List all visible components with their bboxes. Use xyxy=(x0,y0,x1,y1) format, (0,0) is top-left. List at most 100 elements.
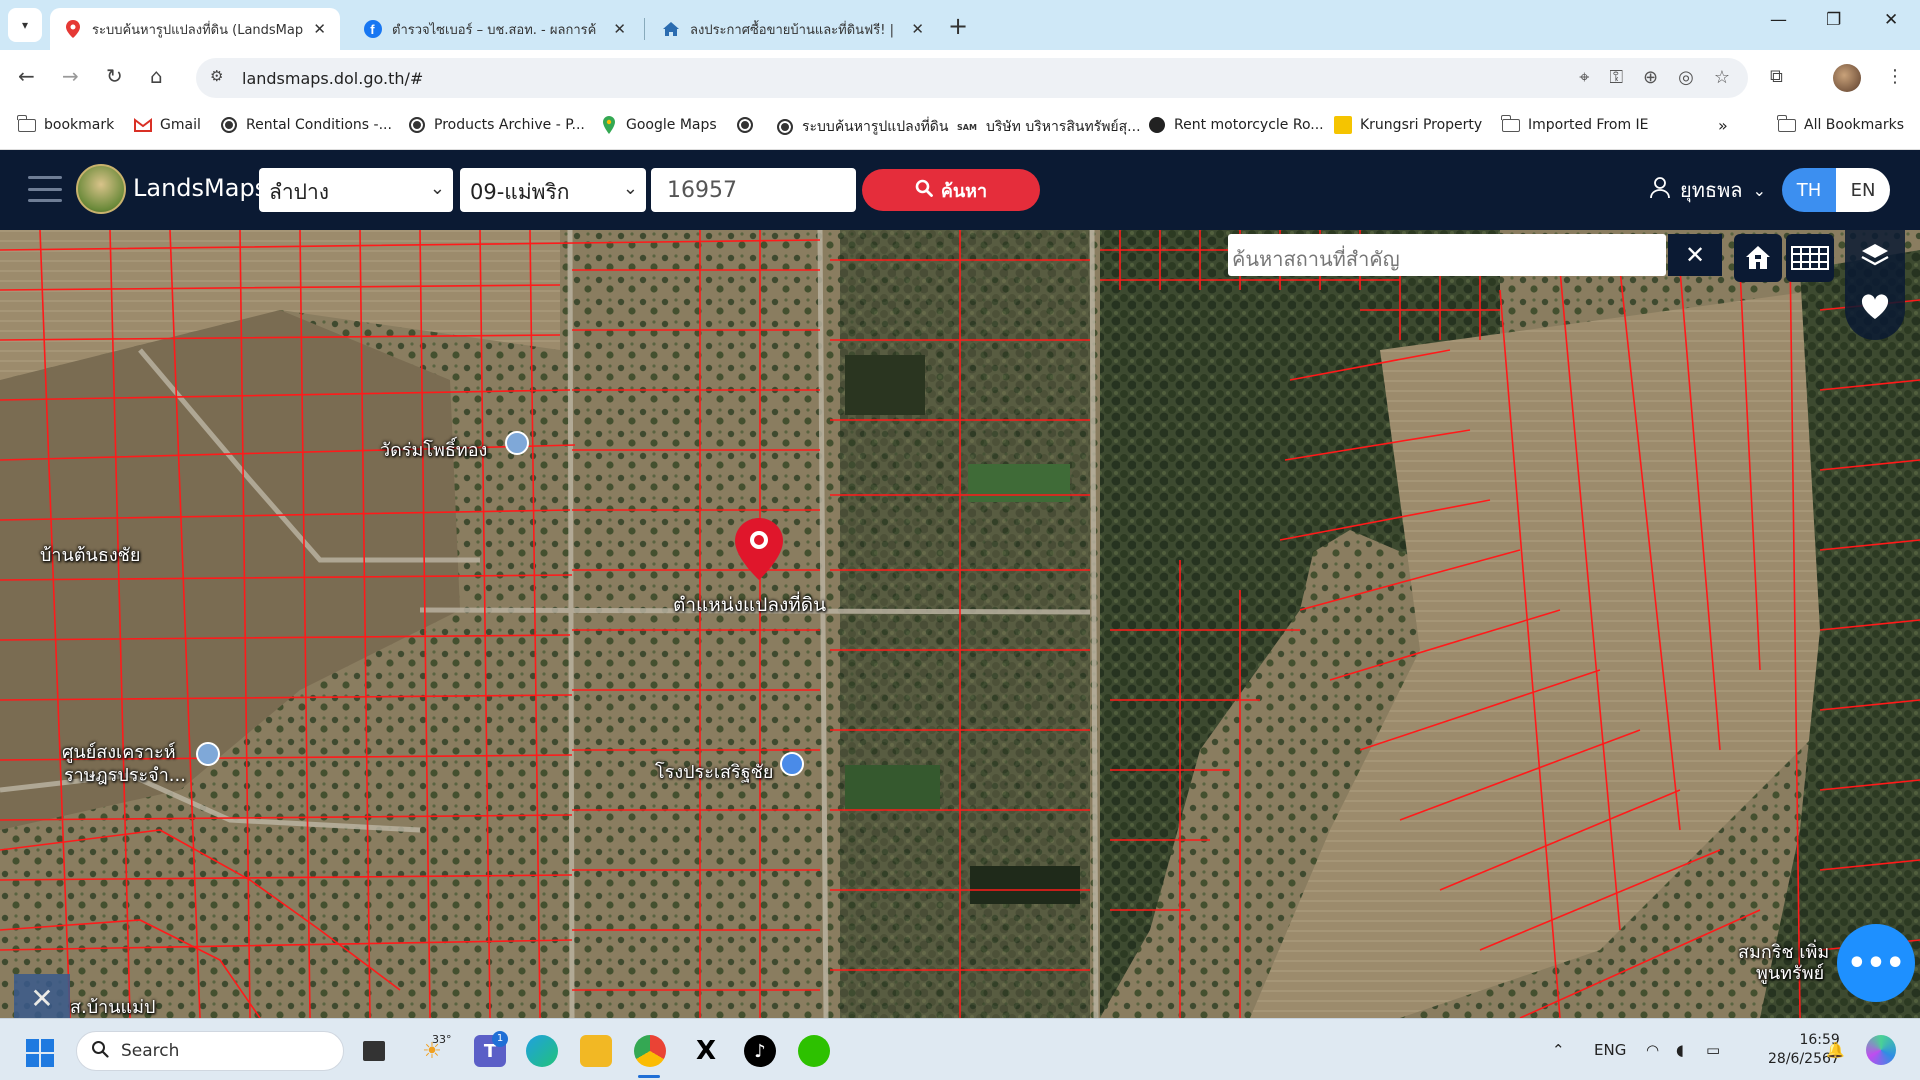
folder-icon xyxy=(1777,114,1796,134)
notification-bell-icon[interactable]: 🔔 xyxy=(1826,1041,1845,1059)
parcel-marker-icon[interactable] xyxy=(735,518,783,584)
weather-temp: 33° xyxy=(432,1033,452,1046)
favorite-heart-icon[interactable] xyxy=(1861,294,1889,324)
browser-toolbar: ← → ↻ ⌂ ⚙ landsmaps.dol.go.th/# ⌖ ⚿ ⊕ ◎ … xyxy=(0,50,1920,106)
user-menu[interactable]: ยุทธพล ⌄ xyxy=(1650,174,1766,206)
bookmark-item[interactable]: Imported From IE xyxy=(1501,114,1649,134)
house-icon xyxy=(662,20,680,38)
windows-start-icon[interactable] xyxy=(26,1039,54,1067)
taskbar-search[interactable]: Search xyxy=(76,1031,344,1071)
tab-landsmaps[interactable]: ระบบค้นหารูปแปลงที่ดิน (LandsMap ✕ xyxy=(50,8,340,50)
chevron-up-icon[interactable]: ⌃ xyxy=(1552,1041,1565,1059)
window-close-icon[interactable]: ✕ xyxy=(1884,10,1898,30)
krungsri-icon xyxy=(1334,116,1352,134)
close-tab-icon[interactable]: ✕ xyxy=(911,20,924,38)
bookmark-item[interactable]: Google Maps xyxy=(600,116,717,134)
tiktok-icon[interactable]: ♪ xyxy=(744,1035,776,1067)
wechat-icon[interactable] xyxy=(798,1035,830,1067)
bookmark-item[interactable]: Rental Conditions -... xyxy=(220,116,392,134)
tab-property[interactable]: ลงประกาศซื้อขายบ้านและที่ดินฟรี! | ✕ xyxy=(648,8,938,50)
file-explorer-icon[interactable] xyxy=(580,1035,612,1067)
x-twitter-icon[interactable]: X xyxy=(690,1035,722,1067)
forward-icon[interactable]: → xyxy=(62,64,79,88)
minimize-icon[interactable]: — xyxy=(1770,10,1787,30)
battery-icon[interactable]: ▭ xyxy=(1706,1041,1720,1059)
bookmark-item[interactable]: Products Archive - P... xyxy=(408,116,585,134)
district-value: 09-แม่พริก xyxy=(470,180,570,204)
extensions-icon[interactable]: ⧉ xyxy=(1770,66,1783,87)
user-name: ยุทธพล xyxy=(1680,178,1743,202)
address-bar[interactable]: ⚙ landsmaps.dol.go.th/# ⌖ ⚿ ⊕ ◎ ☆ xyxy=(196,58,1748,98)
input-language[interactable]: ENG xyxy=(1594,1041,1626,1059)
menu-dots-icon[interactable]: ⋮ xyxy=(1886,66,1904,87)
bookmark-item[interactable]: Rent motorcycle Ro... xyxy=(1148,116,1324,134)
location-icon[interactable]: ⌖ xyxy=(1579,67,1589,88)
close-tab-icon[interactable]: ✕ xyxy=(613,20,626,38)
layers-icon[interactable] xyxy=(1860,242,1890,274)
lang-th-button[interactable]: TH xyxy=(1782,168,1836,212)
hamburger-menu-icon[interactable] xyxy=(28,176,62,202)
site-info-icon[interactable]: ⚙ xyxy=(210,67,223,85)
temple-poi-icon[interactable] xyxy=(505,431,529,455)
bookmark-item[interactable]: SAM บริษัท บริหารสินทรัพย์สุ... xyxy=(956,116,1141,138)
lang-en-button[interactable]: EN xyxy=(1836,168,1890,212)
map-view[interactable]: วัดร่มโพธิ์ทอง บ้านต้นธงชัย ศูนย์สงเคราะ… xyxy=(0,230,1920,1018)
eye-off-icon[interactable]: ◎ xyxy=(1678,67,1694,88)
building-poi-icon[interactable] xyxy=(196,742,220,766)
district-select[interactable]: 09-แม่พริก ⌄ xyxy=(460,168,646,212)
notification-badge: 1 xyxy=(492,1031,508,1047)
school-poi-icon[interactable] xyxy=(780,752,804,776)
bookmark-item[interactable] xyxy=(736,116,762,134)
search-button[interactable]: ค้นหา xyxy=(862,169,1040,211)
gmail-icon xyxy=(134,116,152,134)
place-search-input[interactable]: ค้นหาสถานที่สำคัญ xyxy=(1228,234,1666,276)
tab-search-button[interactable]: ▾ xyxy=(8,8,42,42)
google-maps-icon xyxy=(600,116,618,134)
tab-facebook[interactable]: f ตำรวจไซเบอร์ – บช.สอท. - ผลการค้ ✕ xyxy=(350,8,640,50)
home-view-icon[interactable] xyxy=(1734,234,1782,282)
map-label: บ้านต้นธงชัย xyxy=(40,545,141,566)
province-select[interactable]: ลำปาง ⌄ xyxy=(259,168,453,212)
sam-icon: SAM xyxy=(957,122,977,132)
folder-icon xyxy=(1501,114,1520,134)
wifi-icon[interactable]: ◠ xyxy=(1646,1041,1659,1059)
close-tab-icon[interactable]: ✕ xyxy=(313,20,326,38)
bookmark-item[interactable]: Gmail xyxy=(134,116,201,134)
folder-icon xyxy=(17,114,36,134)
edge-icon[interactable] xyxy=(526,1035,558,1067)
star-icon[interactable]: ☆ xyxy=(1714,67,1730,88)
province-value: ลำปาง xyxy=(269,180,330,204)
all-bookmarks[interactable]: All Bookmarks xyxy=(1777,114,1904,134)
parcel-number-input[interactable] xyxy=(651,168,856,212)
bookmark-item[interactable]: ระบบค้นหารูปแปลงที่ดิน xyxy=(776,116,948,138)
home-icon[interactable]: ⌂ xyxy=(150,64,163,88)
key-icon[interactable]: ⚿ xyxy=(1609,67,1623,88)
volume-icon[interactable]: ◖ xyxy=(1676,1041,1684,1059)
grid-icon[interactable] xyxy=(1786,234,1834,282)
reload-icon[interactable]: ↻ xyxy=(106,64,123,88)
facebook-icon: f xyxy=(364,20,382,38)
globe-icon xyxy=(220,116,238,134)
tab-title: ลงประกาศซื้อขายบ้านและที่ดินฟรี! | xyxy=(690,22,894,38)
more-bookmarks-icon[interactable]: » xyxy=(1718,116,1728,135)
search-icon xyxy=(91,1040,109,1063)
url-text[interactable]: landsmaps.dol.go.th/# xyxy=(242,69,423,88)
close-icon[interactable]: ✕ xyxy=(1668,234,1722,276)
restore-icon[interactable]: ❐ xyxy=(1826,10,1841,30)
back-icon[interactable]: ← xyxy=(18,64,35,88)
bookmark-item[interactable]: bookmark xyxy=(17,114,114,134)
chrome-icon[interactable] xyxy=(634,1035,666,1067)
chat-more-icon[interactable]: ••• xyxy=(1837,924,1915,1002)
tab-title: ระบบค้นหารูปแปลงที่ดิน (LandsMap xyxy=(92,22,304,38)
chevron-down-icon: ⌄ xyxy=(429,178,445,199)
map-side-rail xyxy=(1845,230,1905,340)
measure-tool-icon[interactable]: ✕ xyxy=(14,974,70,1018)
profile-avatar[interactable] xyxy=(1833,64,1861,92)
bookmark-item[interactable]: Krungsri Property xyxy=(1334,116,1482,134)
globe-icon xyxy=(408,116,426,134)
zoom-icon[interactable]: ⊕ xyxy=(1643,67,1658,88)
copilot-icon[interactable] xyxy=(1866,1035,1896,1065)
taskbar: Search ☀ 33° T 1 X ♪ ⌃ ENG ◠ ◖ ▭ 16:59 2… xyxy=(0,1018,1920,1080)
task-view-icon[interactable] xyxy=(358,1035,390,1067)
new-tab-button[interactable]: + xyxy=(948,12,968,40)
